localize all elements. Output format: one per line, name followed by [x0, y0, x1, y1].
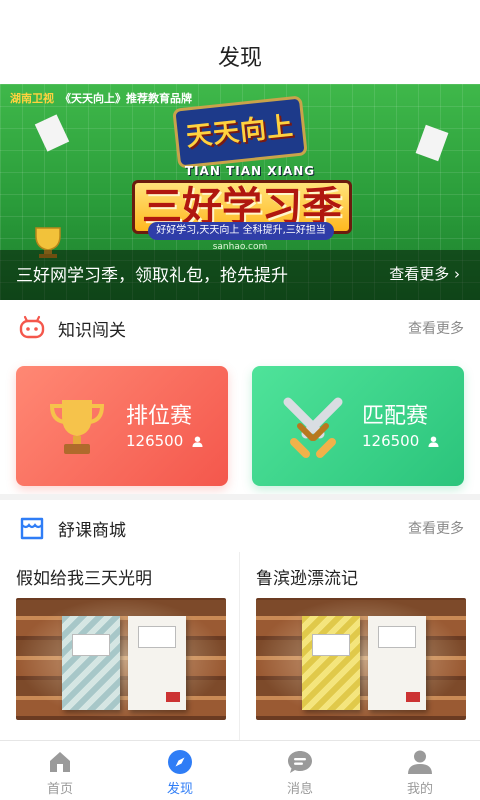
- banner-more-link[interactable]: 查看更多 ›: [389, 263, 460, 284]
- banner-slogan: 好好学习,天天向上 全科提升,三好担当: [148, 222, 334, 240]
- book-title: 鲁滨逊漂流记: [256, 569, 358, 589]
- book-back-cover: [128, 616, 186, 710]
- tab-profile-label: 我的: [406, 782, 433, 797]
- shop-section-label: 舒课商城: [58, 521, 126, 541]
- ranked-match-count: 126500: [126, 432, 203, 450]
- banner-topline: 湖南卫视 《天天向上》推荐教育品牌: [10, 90, 192, 106]
- quiz-section-label: 知识闯关: [58, 321, 126, 341]
- cover-label: [378, 626, 416, 648]
- user-icon: [408, 750, 432, 774]
- book-back-cover: [368, 616, 426, 710]
- tv-brand-logo: 湖南卫视: [10, 92, 54, 105]
- cover-label: [138, 626, 176, 648]
- book-title: 假如给我三天光明: [16, 569, 152, 589]
- ranked-match-count-value: 126500: [126, 432, 184, 450]
- chevron-right-icon: ›: [454, 265, 460, 283]
- tab-messages-label: 消息: [286, 782, 313, 797]
- book-card[interactable]: 假如给我三天光明: [0, 552, 240, 742]
- app-header: 发现: [0, 0, 480, 84]
- ranked-match-card[interactable]: 排位赛 126500: [16, 366, 228, 486]
- quiz-section-header: 知识闯关 查看更多: [0, 300, 480, 356]
- user-count-icon: [192, 436, 203, 447]
- book-card[interactable]: 鲁滨逊漂流记: [240, 552, 480, 742]
- cover-label: [312, 634, 350, 656]
- banner-caption-bar: 三好网学习季，领取礼包，抢先提升 查看更多 ›: [0, 250, 480, 300]
- casual-match-count-value: 126500: [362, 432, 420, 450]
- tab-discover-label: 发现: [166, 782, 193, 797]
- shop-section-header: 舒课商城 查看更多: [0, 500, 480, 556]
- message-icon: [288, 751, 312, 773]
- home-icon: [50, 752, 70, 772]
- book-front-cover: [62, 616, 120, 710]
- compass-icon: [168, 750, 192, 774]
- barcode: [166, 692, 180, 702]
- page-title: 发现: [217, 46, 262, 71]
- promo-banner[interactable]: 湖南卫视《天天向上》推荐教育品牌 天天向上 TIAN TIAN XIANG SH…: [0, 84, 480, 300]
- bottom-tab-bar: 首页 发现 消息 我的: [0, 740, 480, 800]
- casual-match-count: 126500: [362, 432, 439, 450]
- book-front-cover: [302, 616, 360, 710]
- casual-match-card[interactable]: 匹配赛 126500: [252, 366, 464, 486]
- banner-more-label: 查看更多: [389, 265, 450, 283]
- barcode: [406, 692, 420, 702]
- ranked-match-title: 排位赛: [126, 404, 193, 429]
- tab-home[interactable]: 首页: [0, 741, 120, 800]
- tab-discover[interactable]: 发现: [120, 741, 240, 800]
- banner-topline-text: 《天天向上》推荐教育品牌: [60, 92, 192, 105]
- shelf-background: [16, 598, 226, 720]
- banner-caption: 三好网学习季，领取礼包，抢先提升: [16, 266, 288, 286]
- shop-more-link[interactable]: 查看更多: [408, 518, 464, 538]
- shelf-background: [256, 598, 466, 720]
- gamepad-icon: [19, 315, 45, 339]
- trophy-icon: [49, 400, 105, 454]
- cover-label: [72, 634, 110, 656]
- tab-home-label: 首页: [46, 782, 73, 797]
- quiz-more-link[interactable]: 查看更多: [408, 318, 464, 338]
- tab-profile[interactable]: 我的: [360, 741, 480, 800]
- casual-match-title: 匹配赛: [362, 404, 429, 429]
- shop-icon: [20, 517, 44, 540]
- user-count-icon: [428, 436, 439, 447]
- book-cover-image: [16, 598, 226, 720]
- book-cover-image: [256, 598, 466, 720]
- tab-messages[interactable]: 消息: [240, 741, 360, 800]
- crossed-swords-icon: [283, 397, 343, 458]
